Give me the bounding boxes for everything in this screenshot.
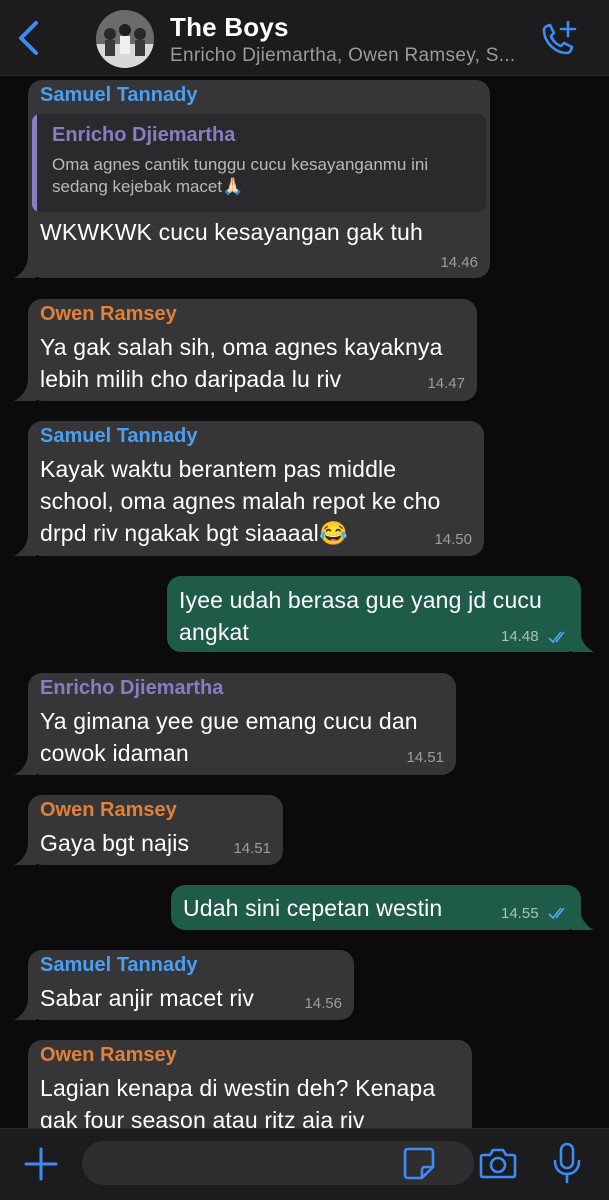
message-time: 14.51 xyxy=(233,840,271,857)
message-bubble[interactable]: Samuel Tannady Sabar anjir macet riv 14.… xyxy=(28,950,354,1020)
camera-button[interactable] xyxy=(478,1145,518,1181)
chevron-left-icon xyxy=(19,21,38,55)
message-text: WKWKWK cucu kesayangan gak tuh xyxy=(40,219,423,245)
chat-title[interactable]: The Boys xyxy=(170,12,289,43)
sender-name: Samuel Tannady xyxy=(40,425,198,447)
plus-icon xyxy=(24,1147,58,1181)
message-time: 14.56 xyxy=(304,995,342,1012)
bubble-tail xyxy=(14,534,36,556)
bubble-tail xyxy=(14,379,36,401)
microphone-button[interactable] xyxy=(550,1141,584,1185)
sender-name: Samuel Tannady xyxy=(40,954,198,976)
quoted-text-line1: Oma agnes cantik tunggu cucu kesayanganm… xyxy=(52,155,429,174)
message-time: 14.46 xyxy=(440,254,478,271)
message-text-line3: drpd riv ngakak bgt siaaaal😂 xyxy=(40,520,348,546)
sticker-button[interactable] xyxy=(402,1145,436,1181)
message-text: Sabar anjir macet riv xyxy=(40,985,255,1011)
phone-plus-icon xyxy=(542,20,577,55)
compose-bar xyxy=(0,1128,609,1200)
message-text: Udah sini cepetan westin xyxy=(183,895,443,921)
quote-bar xyxy=(32,114,37,212)
sender-name: Samuel Tannady xyxy=(40,84,198,106)
message-text-line1: Lagian kenapa di westin deh? Kenapa xyxy=(40,1075,436,1101)
bubble-tail xyxy=(572,908,594,930)
message-bubble[interactable]: Enricho Djiemartha Ya gimana yee gue ema… xyxy=(28,673,456,775)
message-text-line1: Ya gak salah sih, oma agnes kayaknya xyxy=(40,334,443,360)
message-text-line2: angkat xyxy=(179,619,249,645)
message-time: 14.55 xyxy=(501,905,539,922)
message-bubble[interactable]: Owen Ramsey Ya gak salah sih, oma agnes … xyxy=(28,299,477,401)
attach-button[interactable] xyxy=(22,1145,60,1183)
message-time: 14.47 xyxy=(427,375,465,392)
group-avatar[interactable] xyxy=(96,10,154,68)
chat-screen: The Boys Enricho Djiemartha, Owen Ramsey… xyxy=(0,0,609,1200)
message-time: 14.51 xyxy=(406,749,444,766)
quoted-text-line2: sedang kejebak macet🙏🏻 xyxy=(52,177,244,196)
message-text: Gaya bgt najis xyxy=(40,830,190,856)
quoted-sender: Enricho Djiemartha xyxy=(52,124,236,146)
message-time: 14.50 xyxy=(434,531,472,548)
sender-name: Enricho Djiemartha xyxy=(40,677,224,699)
add-call-button[interactable] xyxy=(536,18,580,62)
microphone-icon xyxy=(553,1142,581,1184)
sticker-icon xyxy=(403,1147,435,1180)
outgoing-message-bubble[interactable]: Udah sini cepetan westin 14.55 xyxy=(171,885,581,930)
message-text-line2: school, oma agnes malah repot ke cho xyxy=(40,488,441,514)
outgoing-message-bubble[interactable]: Iyee udah berasa gue yang jd cucu angkat… xyxy=(167,576,581,652)
message-bubble[interactable]: Owen Ramsey Gaya bgt najis 14.51 xyxy=(28,795,283,865)
message-text-line2: cowok idaman xyxy=(40,740,189,766)
message-text-line1: Iyee udah berasa gue yang jd cucu xyxy=(179,587,542,613)
message-bubble[interactable]: Samuel Tannady Kayak waktu berantem pas … xyxy=(28,421,484,556)
sender-name: Owen Ramsey xyxy=(40,799,177,821)
message-text-line2: lebih milih cho daripada lu riv xyxy=(40,366,342,392)
sender-name: Owen Ramsey xyxy=(40,1044,177,1066)
message-bubble[interactable]: Samuel Tannady Enricho Djiemartha Oma ag… xyxy=(28,80,490,278)
bubble-tail xyxy=(14,753,36,775)
camera-icon xyxy=(479,1148,517,1179)
bubble-tail xyxy=(572,630,594,652)
message-text-line1: Kayak waktu berantem pas middle xyxy=(40,456,397,482)
bubble-tail xyxy=(14,256,36,278)
chat-participants[interactable]: Enricho Djiemartha, Owen Ramsey, S... xyxy=(170,45,525,67)
back-button[interactable] xyxy=(8,16,48,60)
message-time: 14.48 xyxy=(501,628,539,645)
bubble-tail xyxy=(14,998,36,1020)
chat-header: The Boys Enricho Djiemartha, Owen Ramsey… xyxy=(0,0,609,76)
sender-name: Owen Ramsey xyxy=(40,303,177,325)
read-receipt-icon xyxy=(548,631,565,644)
quoted-message[interactable]: Enricho Djiemartha Oma agnes cantik tung… xyxy=(32,114,486,212)
bubble-tail xyxy=(14,843,36,865)
message-text-line1: Ya gimana yee gue emang cucu dan xyxy=(40,708,418,734)
read-receipt-icon xyxy=(548,907,565,920)
